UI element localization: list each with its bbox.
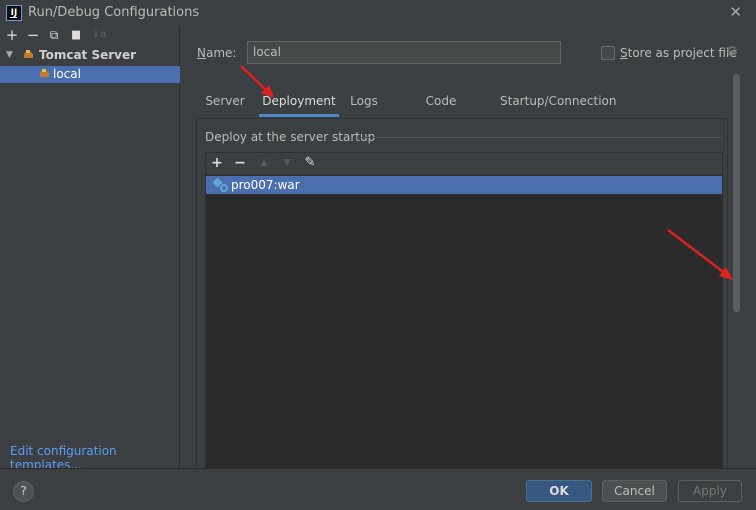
- tab-logs[interactable]: Logs: [346, 90, 382, 117]
- name-input[interactable]: local: [247, 41, 561, 64]
- tree-group-tomcat-server[interactable]: ▼ Tomcat Server: [0, 47, 180, 64]
- sort-icon[interactable]: ↓a: [91, 27, 107, 43]
- deployment-list[interactable]: pro007:war: [206, 175, 722, 471]
- cancel-button[interactable]: Cancel: [602, 480, 667, 502]
- title-bar: IJ Run/Debug Configurations ✕: [0, 0, 756, 26]
- remove-configuration-icon[interactable]: −: [25, 27, 41, 43]
- scrollbar-thumb[interactable]: [733, 74, 740, 312]
- tree-item-local[interactable]: local: [0, 66, 180, 83]
- artifact-war-icon: [214, 178, 228, 192]
- close-icon[interactable]: ✕: [729, 3, 742, 21]
- tomcat-icon: [39, 69, 51, 79]
- sidebar-toolbar: + − ⧉ ▆ ↓a: [0, 26, 179, 46]
- new-folder-icon[interactable]: ▆: [68, 27, 84, 43]
- tab-deployment[interactable]: Deployment: [259, 90, 339, 117]
- tab-server[interactable]: Server: [196, 90, 254, 117]
- remove-artifact-icon[interactable]: −: [232, 155, 248, 171]
- deployment-panel: Deploy at the server startup + − ▲ ▼ ✎ p…: [196, 118, 728, 471]
- move-down-icon[interactable]: ▼: [279, 155, 295, 171]
- help-button[interactable]: ?: [13, 481, 34, 502]
- section-divider: [357, 137, 722, 138]
- add-artifact-icon[interactable]: +: [209, 155, 225, 171]
- configuration-editor: Name: local Store as project file ⚙ Serv…: [181, 26, 756, 471]
- artifact-label: pro007:war: [231, 178, 300, 192]
- name-label: Name:: [197, 46, 237, 60]
- configuration-tabs: Server Deployment Logs Code Coverage Sta…: [196, 90, 756, 130]
- dialog-button-bar: ? OK Cancel Apply: [0, 468, 756, 510]
- tree-group-label: Tomcat Server: [39, 48, 137, 62]
- store-as-project-file-checkbox[interactable]: [601, 46, 615, 60]
- tab-startup-connection[interactable]: Startup/Connection: [500, 90, 616, 117]
- move-up-icon[interactable]: ▲: [256, 155, 272, 171]
- edit-pencil-icon[interactable]: ✎: [302, 155, 318, 171]
- intellij-app-icon: IJ: [6, 5, 22, 21]
- copy-configuration-icon[interactable]: ⧉: [46, 27, 62, 43]
- list-item[interactable]: pro007:war: [206, 176, 722, 194]
- ok-button[interactable]: OK: [526, 480, 592, 502]
- gear-icon[interactable]: ⚙: [725, 45, 739, 59]
- tomcat-icon: [23, 50, 35, 60]
- configurations-sidebar: + − ⧉ ▆ ↓a ▼ Tomcat Server local Edit co…: [0, 26, 180, 472]
- apply-button[interactable]: Apply: [678, 480, 742, 502]
- deployment-list-toolbar: + − ▲ ▼ ✎: [206, 153, 722, 175]
- deployment-list-panel: + − ▲ ▼ ✎ pro007:war: [205, 152, 723, 471]
- section-title: Deploy at the server startup: [205, 130, 376, 144]
- store-as-project-file-label: Store as project file: [620, 46, 737, 60]
- window-title: Run/Debug Configurations: [28, 5, 200, 20]
- vertical-scrollbar[interactable]: [729, 74, 741, 468]
- add-configuration-icon[interactable]: +: [4, 27, 20, 43]
- tree-item-label: local: [53, 67, 81, 81]
- tab-code-coverage[interactable]: Code Coverage: [396, 90, 486, 130]
- chevron-down-icon[interactable]: ▼: [6, 47, 13, 64]
